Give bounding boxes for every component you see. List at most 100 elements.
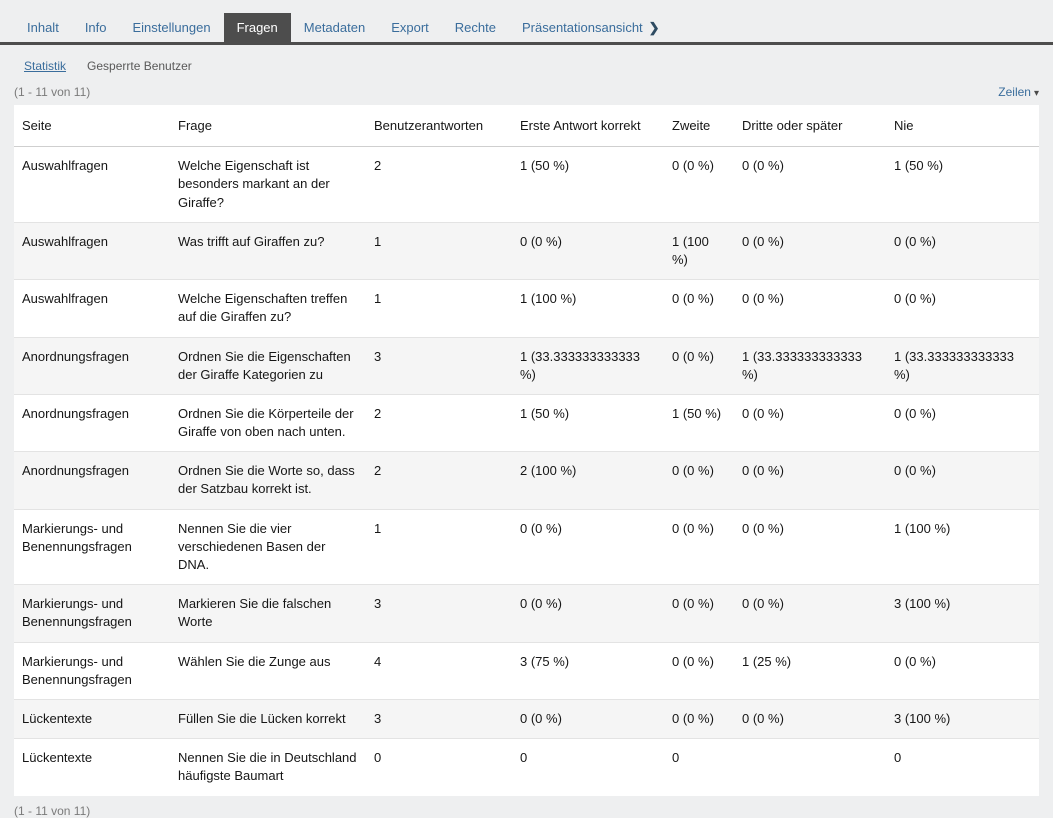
table-cell: 2 [366, 394, 512, 451]
table-cell: 0 (0 %) [886, 280, 1039, 337]
table-cell: 1 (33.333333333333 %) [886, 337, 1039, 394]
table-cell: 0 (0 %) [734, 147, 886, 223]
table-cell: 0 (0 %) [664, 337, 734, 394]
table-cell: 0 (0 %) [734, 699, 886, 738]
table-cell: 0 (0 %) [664, 147, 734, 223]
table-cell: 0 (0 %) [734, 509, 886, 585]
table-row: LückentexteNennen Sie die in Deutschland… [14, 739, 1039, 796]
column-header-2: Frage [170, 105, 366, 147]
tab-praesentationsansicht[interactable]: Präsentationsansicht❯ [509, 13, 673, 42]
table-cell: 3 [366, 585, 512, 642]
table-cell: Was trifft auf Giraffen zu? [170, 222, 366, 279]
table-cell: 0 (0 %) [886, 642, 1039, 699]
table-row: Markierungs- und BenennungsfragenWählen … [14, 642, 1039, 699]
column-header-3: Benutzerantworten [366, 105, 512, 147]
table-row: LückentexteFüllen Sie die Lücken korrekt… [14, 699, 1039, 738]
table-header-row: SeiteFrageBenutzerantwortenErste Antwort… [14, 105, 1039, 147]
table-cell: 0 (0 %) [664, 699, 734, 738]
table-cell: Anordnungsfragen [14, 337, 170, 394]
column-header-7: Nie [886, 105, 1039, 147]
table-cell: Nennen Sie die vier verschiedenen Basen … [170, 509, 366, 585]
table-meta-bottom: (1 - 11 von 11) [14, 804, 1039, 818]
pagination-range-bottom: (1 - 11 von 11) [14, 804, 90, 818]
table-cell: 3 (100 %) [886, 699, 1039, 738]
table-cell: Markierungs- und Benennungsfragen [14, 585, 170, 642]
table-cell: 1 (50 %) [512, 394, 664, 451]
table-cell: 3 (100 %) [886, 585, 1039, 642]
table-cell: Ordnen Sie die Worte so, dass der Satzba… [170, 452, 366, 509]
table-cell: 0 (0 %) [664, 452, 734, 509]
tab-inhalt[interactable]: Inhalt [14, 13, 72, 42]
table-cell: 2 [366, 452, 512, 509]
table-row: AuswahlfragenWelche Eigenschaften treffe… [14, 280, 1039, 337]
table-cell: 1 (100 %) [512, 280, 664, 337]
table-cell: Ordnen Sie die Eigenschaften der Giraffe… [170, 337, 366, 394]
table-cell: 0 (0 %) [664, 642, 734, 699]
table-row: AnordnungsfragenOrdnen Sie die Worte so,… [14, 452, 1039, 509]
table-cell: 1 (50 %) [664, 394, 734, 451]
table-cell: 0 (0 %) [512, 222, 664, 279]
table-row: AnordnungsfragenOrdnen Sie die Körpertei… [14, 394, 1039, 451]
table-cell: Nennen Sie die in Deutschland häufigste … [170, 739, 366, 796]
tab-bar: Inhalt Info Einstellungen Fragen Metadat… [0, 0, 1053, 45]
table-cell: 0 (0 %) [886, 452, 1039, 509]
rows-dropdown[interactable]: Zeilen▾ [998, 85, 1039, 99]
table-cell: Lückentexte [14, 739, 170, 796]
table-cell: 0 (0 %) [512, 699, 664, 738]
table-cell: 0 [664, 739, 734, 796]
tab-rechte[interactable]: Rechte [442, 13, 509, 42]
table-cell: 1 (100 %) [664, 222, 734, 279]
table-cell: Markierungs- und Benennungsfragen [14, 642, 170, 699]
table-cell: 1 (50 %) [512, 147, 664, 223]
subtab-gesperrte-benutzer[interactable]: Gesperrte Benutzer [87, 59, 192, 73]
subtab-statistik[interactable]: Statistik [24, 59, 66, 73]
table-cell: Welche Eigenschaft ist besonders markant… [170, 147, 366, 223]
table-cell: 0 [366, 739, 512, 796]
tab-fragen[interactable]: Fragen [224, 13, 291, 42]
table-cell: 0 (0 %) [734, 585, 886, 642]
table-cell: 0 (0 %) [734, 452, 886, 509]
table-cell: Auswahlfragen [14, 222, 170, 279]
table-cell: 1 (50 %) [886, 147, 1039, 223]
table-cell: Ordnen Sie die Körperteile der Giraffe v… [170, 394, 366, 451]
table-row: AuswahlfragenWas trifft auf Giraffen zu?… [14, 222, 1039, 279]
table-cell: 0 [886, 739, 1039, 796]
table-row: Markierungs- und BenennungsfragenNennen … [14, 509, 1039, 585]
table-cell: 0 (0 %) [886, 222, 1039, 279]
table-cell: 3 [366, 699, 512, 738]
table-cell: 0 (0 %) [512, 509, 664, 585]
table-cell: 2 (100 %) [512, 452, 664, 509]
column-header-4: Erste Antwort korrekt [512, 105, 664, 147]
table-cell: 0 (0 %) [734, 280, 886, 337]
table-cell: 0 (0 %) [512, 585, 664, 642]
table-cell: 4 [366, 642, 512, 699]
table-row: Markierungs- und BenennungsfragenMarkier… [14, 585, 1039, 642]
table-cell: 0 (0 %) [664, 585, 734, 642]
subtab-bar: Statistik Gesperrte Benutzer [0, 45, 1053, 83]
caret-down-icon: ▾ [1034, 88, 1039, 99]
question-statistics-table: SeiteFrageBenutzerantwortenErste Antwort… [14, 105, 1039, 796]
table-row: AnordnungsfragenOrdnen Sie die Eigenscha… [14, 337, 1039, 394]
table-cell: Auswahlfragen [14, 280, 170, 337]
table-cell: Lückentexte [14, 699, 170, 738]
tab-info[interactable]: Info [72, 13, 120, 42]
table-cell: 1 [366, 222, 512, 279]
pagination-range-top: (1 - 11 von 11) [14, 85, 90, 99]
table-cell: Füllen Sie die Lücken korrekt [170, 699, 366, 738]
table-cell: 1 (25 %) [734, 642, 886, 699]
table-meta-top: (1 - 11 von 11) Zeilen▾ [14, 85, 1039, 99]
table-cell: Anordnungsfragen [14, 452, 170, 509]
table-cell: 1 (33.333333333333 %) [734, 337, 886, 394]
table-cell: 1 (100 %) [886, 509, 1039, 585]
table-cell: 0 (0 %) [886, 394, 1039, 451]
table-cell: 0 (0 %) [734, 222, 886, 279]
tab-export[interactable]: Export [378, 13, 442, 42]
chevron-right-icon: ❯ [649, 20, 660, 35]
table-cell [734, 739, 886, 796]
table-cell: 0 (0 %) [664, 280, 734, 337]
table-cell: 1 [366, 509, 512, 585]
table-cell: Welche Eigenschaften treffen auf die Gir… [170, 280, 366, 337]
tab-einstellungen[interactable]: Einstellungen [120, 13, 224, 42]
table-cell: Markierungs- und Benennungsfragen [14, 509, 170, 585]
tab-metadaten[interactable]: Metadaten [291, 13, 378, 42]
